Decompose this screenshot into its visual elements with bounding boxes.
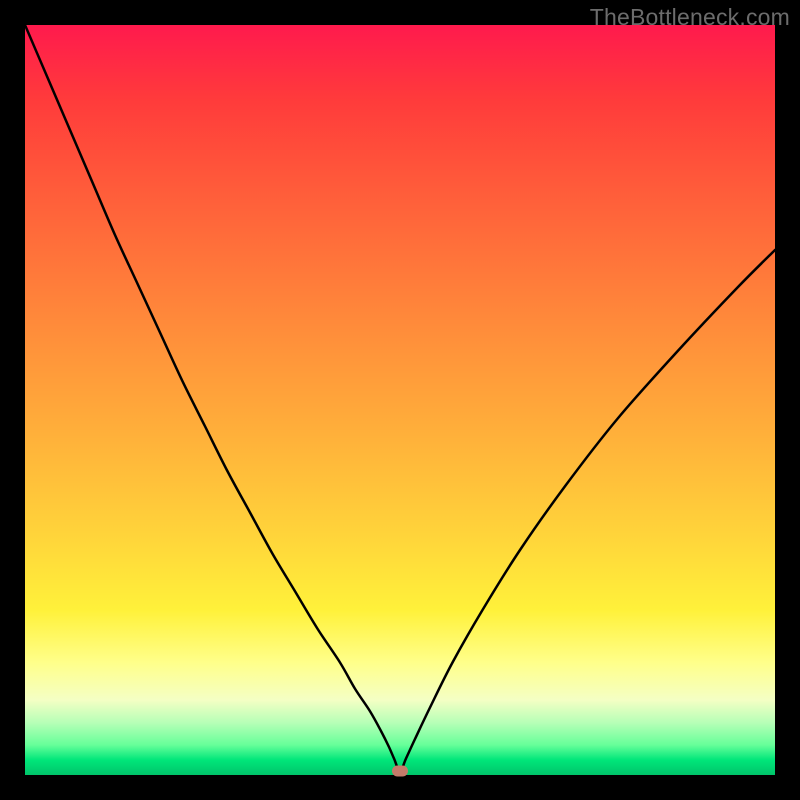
- chart-frame: TheBottleneck.com: [0, 0, 800, 800]
- optimum-marker: [392, 766, 408, 777]
- plot-area: [25, 25, 775, 775]
- bottleneck-curve: [25, 25, 775, 775]
